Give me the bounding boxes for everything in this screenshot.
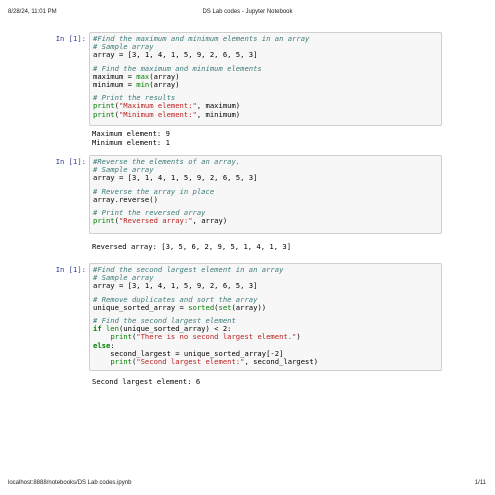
- cell-output: Second largest element: 6: [92, 377, 442, 386]
- print-footer: localhost:8888/notebooks/DS Lab codes.ip…: [0, 478, 495, 490]
- code-line: array = [3, 1, 4, 1, 5, 9, 2, 6, 5, 3]: [93, 282, 258, 291]
- code-line: unique_sorted_array = sorted(set(array)): [93, 303, 267, 312]
- code-line: # Sample array: [93, 274, 154, 283]
- code-line: #Reverse the elements of an array.: [93, 158, 241, 166]
- code-line: print("Minimum element:", minimum): [93, 110, 241, 119]
- code-line: # Remove duplicates and sort the array: [93, 295, 258, 304]
- code-line: #Find the maximum and minimum elements i…: [93, 35, 310, 43]
- code-line: # Print the reversed array: [93, 208, 206, 217]
- cell-output: Maximum element: 9 Minimum element: 1: [92, 129, 442, 147]
- code-line: # Sample array: [93, 43, 154, 52]
- code-line: maximum = max(array): [93, 72, 180, 81]
- code-line: array.reverse(): [93, 195, 158, 204]
- code-line: # Find the second largest element: [93, 316, 236, 325]
- print-header: 8/28/24, 11:01 PM DS Lab codes - Jupyter…: [0, 0, 495, 15]
- code-line: print("There is no second largest elemen…: [110, 333, 301, 342]
- code-line: second_largest = unique_sorted_array[-2]: [93, 349, 284, 358]
- code-line: print("Second largest element:", second_…: [110, 357, 319, 366]
- code-line: print("Maximum element:", maximum): [93, 102, 241, 111]
- code-line: else:: [93, 341, 115, 350]
- code-line: # Reverse the array in place: [93, 187, 215, 196]
- code-line: array = [3, 1, 4, 1, 5, 9, 2, 6, 5, 3]: [93, 51, 258, 60]
- code-line: # Print the results: [93, 94, 176, 103]
- output-line: Reversed array: [3, 5, 6, 2, 9, 5, 1, 4,…: [92, 242, 292, 251]
- output-line: Second largest element: 6: [92, 377, 201, 386]
- code-input[interactable]: #Find the maximum and minimum elements i…: [89, 32, 442, 126]
- cell-prompt: In [1]:: [55, 157, 86, 166]
- code-line: # Sample array: [93, 166, 154, 175]
- code-input[interactable]: #Reverse the elements of an array. # Sam…: [89, 155, 442, 234]
- code-line: #Find the second largest element in an a…: [93, 266, 284, 274]
- code-line: array = [3, 1, 4, 1, 5, 9, 2, 6, 5, 3]: [93, 174, 258, 183]
- output-line: Maximum element: 9: [92, 129, 170, 138]
- cell-output: Reversed array: [3, 5, 6, 2, 9, 5, 1, 4,…: [92, 242, 442, 251]
- output-line: Minimum element: 1: [92, 138, 170, 147]
- cell-prompt: In [1]:: [55, 34, 86, 43]
- print-title: DS Lab codes - Jupyter Notebook: [202, 9, 293, 15]
- code-line: minimum = min(array): [93, 80, 180, 89]
- print-url: localhost:8888/notebooks/DS Lab codes.ip…: [8, 480, 132, 486]
- code-input[interactable]: #Find the second largest element in an a…: [89, 263, 442, 371]
- cell-prompt: In [1]:: [55, 265, 86, 274]
- page-number: 1/11: [474, 480, 486, 486]
- code-line: print("Reversed array:", array): [93, 217, 228, 226]
- code-line: if len(unique_sorted_array) < 2:: [93, 325, 232, 334]
- code-line: # Find the maximum and minimum elements: [93, 64, 262, 73]
